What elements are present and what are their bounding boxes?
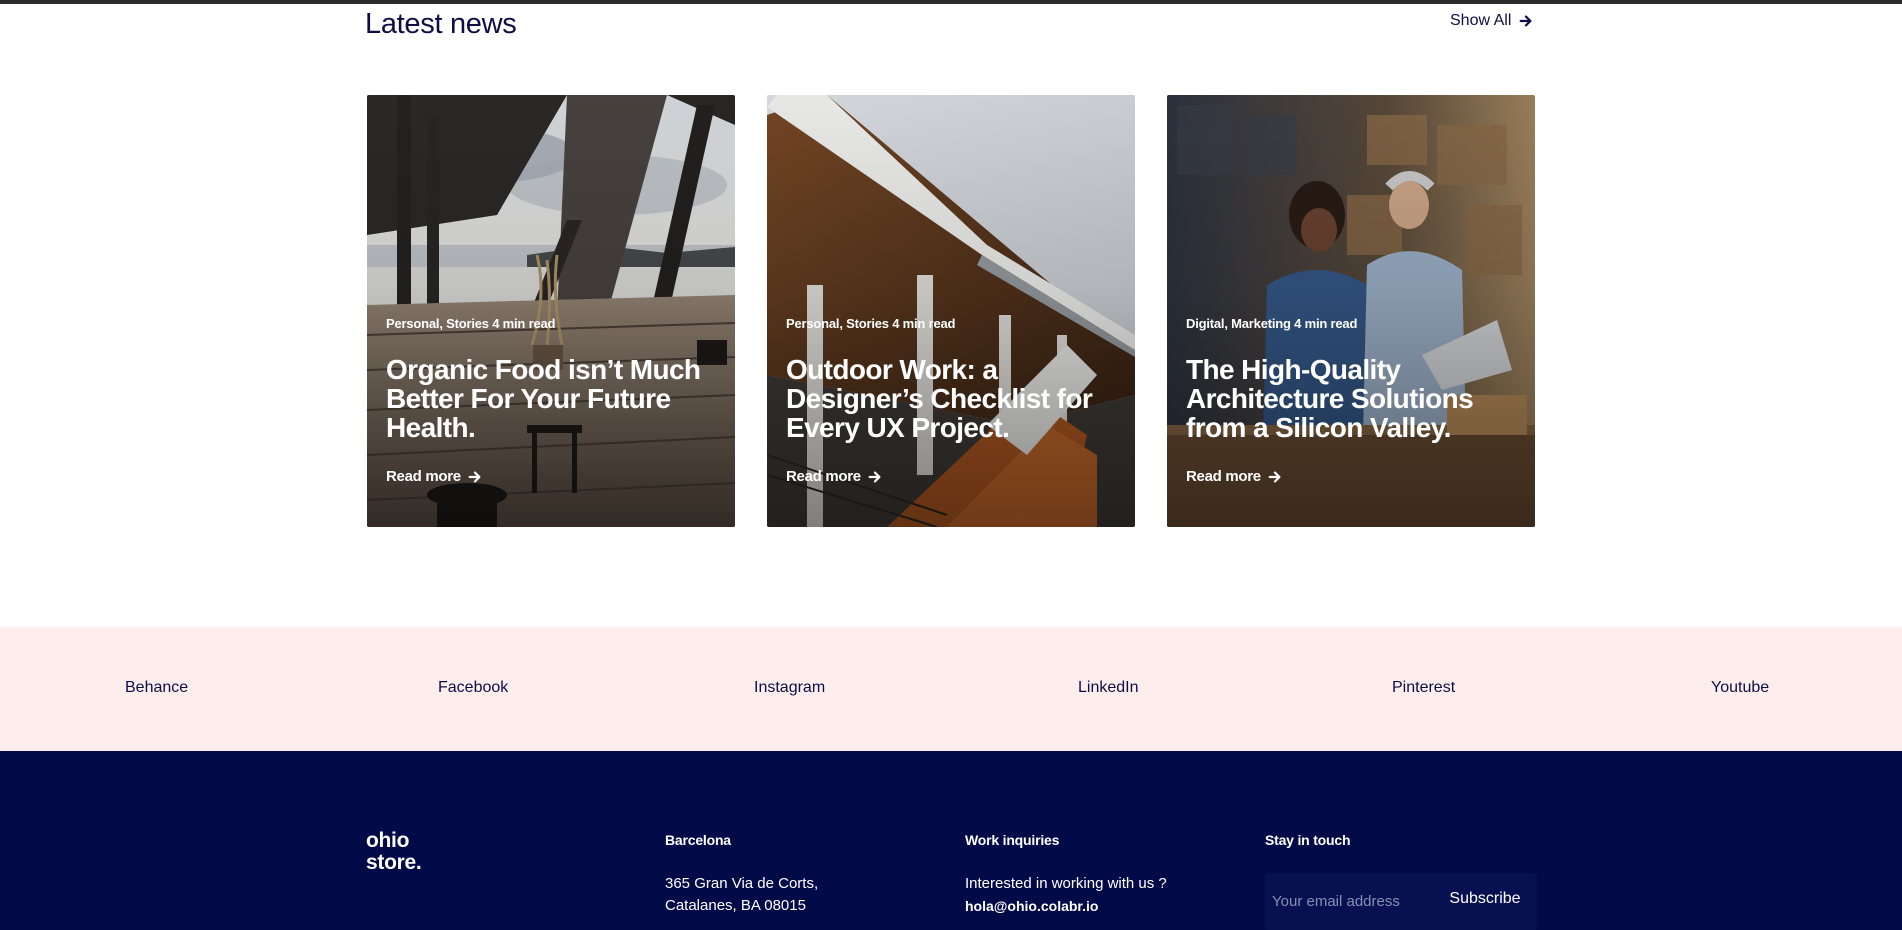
social-link-instagram[interactable]: Instagram [754, 679, 825, 697]
social-link-behance[interactable]: Behance [125, 679, 188, 697]
barcelona-address: 365 Gran Via de Corts, Catalanes, BA 080… [665, 873, 818, 917]
newsletter-form: Subscribe [1265, 873, 1537, 930]
stay-in-touch-heading: Stay in touch [1265, 832, 1351, 848]
address-line-2: Catalanes, BA 08015 [665, 897, 806, 914]
card-title[interactable]: The High-Quality Architecture Solutions … [1186, 355, 1526, 442]
footer-logo[interactable]: ohio store. [366, 829, 422, 874]
social-link-pinterest[interactable]: Pinterest [1392, 679, 1455, 697]
arrow-right-icon [468, 470, 481, 483]
newsletter-email-input[interactable] [1265, 873, 1435, 930]
social-link-youtube[interactable]: Youtube [1711, 679, 1769, 697]
arrow-right-icon [1268, 470, 1281, 483]
card-title[interactable]: Organic Food isn’t Much Better For Your … [386, 355, 726, 442]
work-inquiries-block: Interested in working with us ? hola@ohi… [965, 873, 1167, 918]
card-overlay [1167, 95, 1535, 527]
card-title[interactable]: Outdoor Work: a Designer’s Checklist for… [786, 355, 1126, 442]
show-all-link[interactable]: Show All [1450, 12, 1533, 30]
logo-line-1: ohio [366, 829, 410, 852]
work-inquiries-text: Interested in working with us ? [965, 875, 1167, 892]
site-footer: ohio store. Barcelona 365 Gran Via de Co… [0, 751, 1902, 930]
news-card[interactable]: Personal, Stories 4 min read Organic Foo… [367, 95, 735, 527]
show-all-label: Show All [1450, 12, 1512, 29]
social-link-linkedin[interactable]: LinkedIn [1078, 679, 1139, 697]
read-more-label: Read more [386, 468, 461, 485]
subscribe-button[interactable]: Subscribe [1435, 873, 1535, 930]
read-more-link[interactable]: Read more [1186, 468, 1282, 485]
card-meta: Personal, Stories 4 min read [786, 316, 956, 331]
address-line-1: 365 Gran Via de Corts, [665, 875, 819, 892]
news-card[interactable]: Digital, Marketing 4 min read The High-Q… [1167, 95, 1535, 527]
contact-email-link[interactable]: hola@ohio.colabr.io [965, 898, 1098, 914]
barcelona-heading: Barcelona [665, 832, 731, 848]
card-meta: Digital, Marketing 4 min read [1186, 316, 1358, 331]
news-card[interactable]: Personal, Stories 4 min read Outdoor Wor… [767, 95, 1135, 527]
read-more-label: Read more [1186, 468, 1261, 485]
logo-line-2: store. [366, 851, 422, 874]
card-meta: Personal, Stories 4 min read [386, 316, 556, 331]
read-more-label: Read more [786, 468, 861, 485]
card-overlay [367, 95, 735, 527]
section-title: Latest news [365, 8, 517, 40]
read-more-link[interactable]: Read more [386, 468, 482, 485]
read-more-link[interactable]: Read more [786, 468, 882, 485]
social-links-bar: Behance Facebook Instagram LinkedIn Pint… [0, 627, 1902, 751]
social-link-facebook[interactable]: Facebook [438, 679, 508, 697]
latest-news-section: Latest news Show All Personal, Stories 4… [0, 4, 1902, 627]
arrow-right-icon [868, 470, 881, 483]
work-inquiries-heading: Work inquiries [965, 832, 1060, 848]
arrow-right-icon [1519, 15, 1532, 27]
card-overlay [767, 95, 1135, 527]
